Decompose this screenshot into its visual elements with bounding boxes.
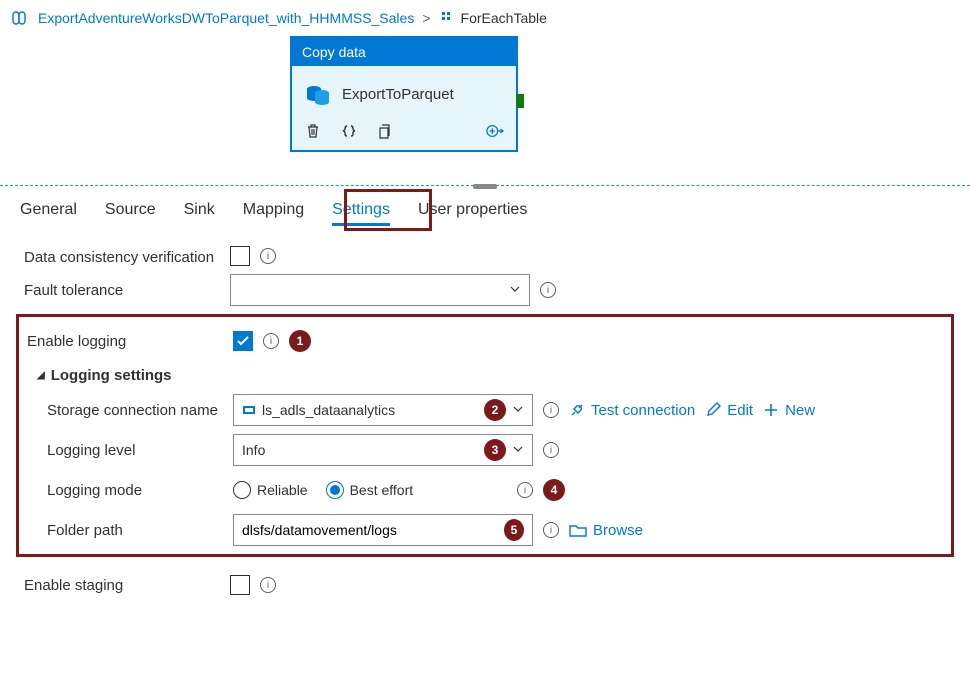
logging-level-label: Logging level bbox=[23, 442, 233, 459]
activity-name: ExportToParquet bbox=[342, 86, 454, 103]
copy-data-activity[interactable]: Copy data ExportToParquet bbox=[290, 36, 518, 152]
breadcrumb: ExportAdventureWorksDWToParquet_with_HHM… bbox=[0, 0, 970, 36]
breadcrumb-pipeline-link[interactable]: ExportAdventureWorksDWToParquet_with_HHM… bbox=[38, 10, 414, 26]
settings-form: Data consistency verification i Fault to… bbox=[0, 230, 970, 617]
row-enable-logging: Enable logging i 1 bbox=[23, 321, 947, 361]
logging-level-value: Info bbox=[242, 442, 265, 458]
pipeline-icon bbox=[12, 11, 30, 25]
info-icon[interactable]: i bbox=[517, 482, 533, 498]
tab-sink[interactable]: Sink bbox=[184, 201, 215, 226]
design-canvas[interactable]: Copy data ExportToParquet bbox=[0, 36, 970, 186]
annotation-badge-5: 5 bbox=[504, 519, 524, 541]
tab-settings[interactable]: Settings bbox=[332, 201, 390, 226]
logging-level-select[interactable]: Info 3 bbox=[233, 434, 533, 466]
best-effort-label: Best effort bbox=[350, 482, 414, 498]
row-folder-path: Folder path 5 i Browse bbox=[23, 510, 947, 550]
logging-mode-label: Logging mode bbox=[23, 482, 233, 499]
folder-path-input-wrapper: 5 bbox=[233, 514, 533, 546]
enable-staging-label: Enable staging bbox=[20, 577, 230, 594]
row-fault-tolerance: Fault tolerance i bbox=[20, 270, 950, 310]
activity-tabs: General Source Sink Mapping Settings Use… bbox=[0, 186, 970, 230]
enable-logging-label: Enable logging bbox=[23, 333, 233, 350]
data-consistency-checkbox[interactable] bbox=[230, 246, 250, 266]
clone-icon[interactable] bbox=[376, 122, 394, 140]
info-icon[interactable]: i bbox=[260, 577, 276, 593]
tab-mapping[interactable]: Mapping bbox=[243, 201, 304, 226]
fault-tolerance-select[interactable] bbox=[230, 274, 530, 306]
new-button[interactable]: New bbox=[763, 402, 815, 419]
tab-user-properties[interactable]: User properties bbox=[418, 201, 527, 226]
reliable-label: Reliable bbox=[257, 482, 308, 498]
annotation-badge-4: 4 bbox=[543, 479, 565, 501]
row-logging-level: Logging level Info 3 i bbox=[23, 430, 947, 470]
success-output-handle[interactable] bbox=[516, 94, 524, 108]
browse-label: Browse bbox=[593, 522, 643, 539]
storage-connection-label: Storage connection name bbox=[23, 402, 233, 419]
breadcrumb-current: ForEachTable bbox=[461, 10, 547, 26]
chevron-down-icon bbox=[512, 402, 524, 418]
edit-label: Edit bbox=[727, 402, 753, 419]
logging-settings-toggle[interactable]: ◢ Logging settings bbox=[23, 367, 947, 384]
breadcrumb-separator: > bbox=[422, 10, 430, 26]
folder-path-label: Folder path bbox=[23, 522, 233, 539]
fault-tolerance-label: Fault tolerance bbox=[20, 282, 230, 299]
tab-general[interactable]: General bbox=[20, 201, 77, 226]
add-output-icon[interactable] bbox=[486, 122, 504, 140]
row-storage-connection: Storage connection name ls_adls_dataanal… bbox=[23, 390, 947, 430]
logging-mode-reliable-radio[interactable]: Reliable bbox=[233, 481, 308, 499]
info-icon[interactable]: i bbox=[543, 442, 559, 458]
info-icon[interactable]: i bbox=[543, 402, 559, 418]
annotation-badge-3: 3 bbox=[484, 439, 506, 461]
tab-source[interactable]: Source bbox=[105, 201, 156, 226]
delete-icon[interactable] bbox=[304, 122, 322, 140]
row-data-consistency: Data consistency verification i bbox=[20, 230, 950, 270]
folder-path-input[interactable] bbox=[242, 522, 498, 538]
info-icon[interactable]: i bbox=[260, 248, 276, 264]
code-icon[interactable] bbox=[340, 122, 358, 140]
browse-button[interactable]: Browse bbox=[569, 522, 643, 539]
linked-service-icon bbox=[242, 404, 256, 416]
info-icon[interactable]: i bbox=[543, 522, 559, 538]
row-enable-staging: Enable staging i bbox=[20, 565, 950, 605]
annotation-badge-2: 2 bbox=[484, 399, 506, 421]
edit-button[interactable]: Edit bbox=[705, 402, 753, 419]
chevron-down-icon bbox=[509, 282, 521, 298]
data-consistency-label: Data consistency verification bbox=[20, 249, 230, 266]
annotation-logging-highlight: Enable logging i 1 ◢ Logging settings St… bbox=[16, 314, 954, 557]
test-connection-label: Test connection bbox=[591, 402, 695, 419]
chevron-down-icon bbox=[512, 442, 524, 458]
test-connection-button[interactable]: Test connection bbox=[569, 402, 695, 419]
enable-logging-checkbox[interactable] bbox=[233, 331, 253, 351]
enable-staging-checkbox[interactable] bbox=[230, 575, 250, 595]
storage-connection-select[interactable]: ls_adls_dataanalytics 2 bbox=[233, 394, 533, 426]
logging-mode-best-effort-radio[interactable]: Best effort bbox=[326, 481, 414, 499]
info-icon[interactable]: i bbox=[263, 333, 279, 349]
row-logging-mode: Logging mode Reliable Best effort i 4 bbox=[23, 470, 947, 510]
annotation-badge-1: 1 bbox=[289, 330, 311, 352]
foreach-icon bbox=[439, 11, 453, 25]
new-label: New bbox=[785, 402, 815, 419]
copy-data-icon bbox=[304, 80, 332, 108]
storage-connection-value: ls_adls_dataanalytics bbox=[262, 402, 395, 418]
activity-type-label: Copy data bbox=[292, 38, 516, 66]
info-icon[interactable]: i bbox=[540, 282, 556, 298]
logging-settings-label: Logging settings bbox=[51, 367, 172, 384]
collapse-icon: ◢ bbox=[37, 370, 45, 381]
